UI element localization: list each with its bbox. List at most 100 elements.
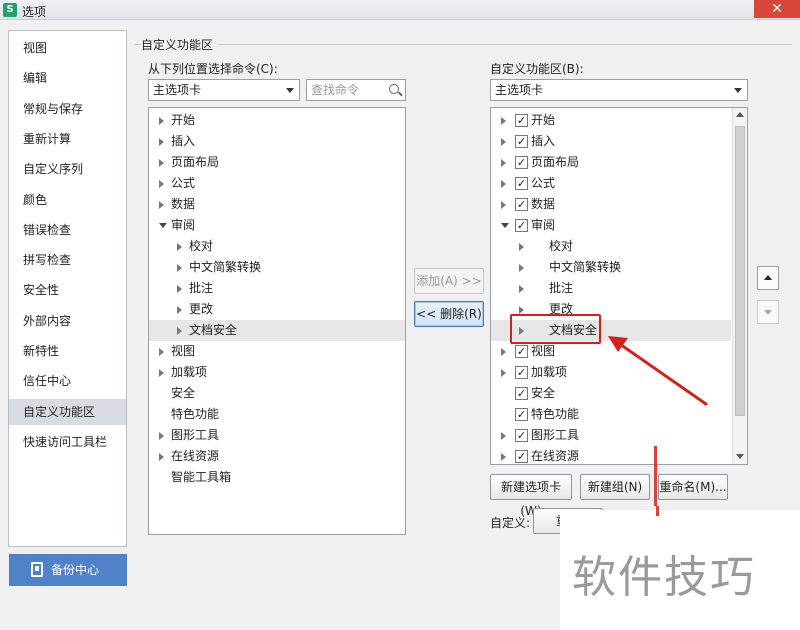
tree-row[interactable]: 批注 [491,278,731,299]
sidebar-item[interactable]: 常规与保存 [9,96,126,122]
expand-closed-icon[interactable] [519,285,524,293]
add-button[interactable]: 添加(A) >> [414,268,484,294]
available-commands-list[interactable]: 开始 插入 页面布局 公式 数据 审阅 校对 中文简繁转换 批注 更改 文档安全 视图 加载项 安全 特色功… [148,107,406,535]
expand-open-icon[interactable] [159,223,167,228]
expand-closed-icon[interactable] [159,453,164,461]
expand-closed-icon[interactable] [501,159,506,167]
rename-button[interactable]: 重命名(M)... [658,474,728,500]
expand-closed-icon[interactable] [501,138,506,146]
remove-button[interactable]: << 删除(R) [414,301,484,327]
expand-closed-icon[interactable] [177,285,182,293]
expand-closed-icon[interactable] [501,180,506,188]
expand-closed-icon[interactable] [177,264,182,272]
checkbox[interactable]: ✓ [515,114,528,127]
new-group-button[interactable]: 新建组(N) [580,474,650,500]
expand-closed-icon[interactable] [501,432,506,440]
expand-closed-icon[interactable] [501,117,506,125]
checkbox[interactable]: ✓ [515,219,528,232]
expand-closed-icon[interactable] [177,306,182,314]
expand-closed-icon[interactable] [501,348,506,356]
expand-closed-icon[interactable] [519,264,524,272]
tree-row[interactable]: ✓ 数据 [491,194,731,215]
checkbox[interactable]: ✓ [515,429,528,442]
sidebar-item[interactable]: 信任中心 [9,368,126,394]
sidebar-item[interactable]: 颜色 [9,187,126,213]
expand-open-icon[interactable] [501,223,509,228]
expand-closed-icon[interactable] [159,432,164,440]
expand-closed-icon[interactable] [177,243,182,251]
tree-row[interactable]: 特色功能 [149,404,405,425]
expand-closed-icon[interactable] [177,327,182,335]
tree-row[interactable]: 校对 [149,236,405,257]
expand-closed-icon[interactable] [159,201,164,209]
sidebar-item[interactable]: 自定义功能区 [9,398,126,425]
checkbox[interactable]: ✓ [515,366,528,379]
tree-row[interactable]: 中文简繁转换 [491,257,731,278]
expand-closed-icon[interactable] [501,453,506,461]
checkbox[interactable]: ✓ [515,156,528,169]
move-down-button[interactable] [757,300,779,324]
expand-closed-icon[interactable] [159,159,164,167]
checkbox[interactable]: ✓ [515,345,528,358]
tree-row[interactable]: 智能工具箱 [149,467,405,488]
sidebar-item[interactable]: 拼写检查 [9,247,126,273]
sidebar-item[interactable]: 新特性 [9,338,126,364]
choose-commands-select[interactable]: 主选项卡 [148,79,300,101]
tree-row[interactable]: 中文简繁转换 [149,257,405,278]
checkbox[interactable]: ✓ [515,198,528,211]
scroll-down-icon[interactable] [736,454,744,459]
tree-row[interactable]: ✓ 页面布局 [491,152,731,173]
close-button[interactable]: ✕ [754,0,800,18]
expand-closed-icon[interactable] [159,180,164,188]
tree-row[interactable]: 批注 [149,278,405,299]
tree-row[interactable]: ✓ 图形工具 [491,425,731,446]
new-tab-button[interactable]: 新建选项卡(W) [490,474,572,518]
scrollbar[interactable] [732,108,747,464]
expand-closed-icon[interactable] [519,306,524,314]
sidebar-item[interactable]: 安全性 [9,277,126,303]
sidebar-item[interactable]: 视图 [9,35,126,61]
tree-row[interactable]: ✓ 审阅 [491,215,731,236]
expand-closed-icon[interactable] [159,117,164,125]
sidebar-item[interactable]: 自定义序列 [9,156,126,182]
tree-row[interactable]: 文档安全 [149,320,405,341]
search-input[interactable]: 查找命令 [306,79,406,101]
checkbox[interactable]: ✓ [515,177,528,190]
tree-row[interactable]: 图形工具 [149,425,405,446]
customize-ribbon-select[interactable]: 主选项卡 [490,79,748,101]
expand-closed-icon[interactable] [501,369,506,377]
expand-closed-icon[interactable] [159,369,164,377]
scroll-up-icon[interactable] [736,112,744,117]
tree-row[interactable]: 更改 [149,299,405,320]
tree-row[interactable]: 插入 [149,131,405,152]
tree-row[interactable]: 数据 [149,194,405,215]
expand-closed-icon[interactable] [519,243,524,251]
scroll-thumb[interactable] [735,126,745,416]
tree-row[interactable]: 审阅 [149,215,405,236]
tree-row[interactable]: ✓ 公式 [491,173,731,194]
tree-row[interactable]: 安全 [149,383,405,404]
ribbon-tabs-list[interactable]: ✓ 开始 ✓ 插入 ✓ 页面布局 ✓ 公式 ✓ 数据 ✓ 审阅 校对 中文简繁转换 批注 更改 文档安全 ✓ 视图 ✓… [490,107,748,465]
tree-row[interactable]: 公式 [149,173,405,194]
tree-row[interactable]: ✓ 插入 [491,131,731,152]
expand-closed-icon[interactable] [501,201,506,209]
sidebar-item[interactable]: 重新计算 [9,126,126,152]
checkbox[interactable]: ✓ [515,387,528,400]
sidebar-item[interactable]: 错误检查 [9,217,126,243]
expand-closed-icon[interactable] [159,348,164,356]
checkbox[interactable]: ✓ [515,450,528,463]
sidebar-item[interactable]: 外部内容 [9,308,126,334]
tree-row[interactable]: 开始 [149,110,405,131]
sidebar-item[interactable]: 编辑 [9,65,126,91]
backup-center-button[interactable]: 备份中心 [9,554,127,586]
tree-row[interactable]: 视图 [149,341,405,362]
tree-row[interactable]: 加载项 [149,362,405,383]
move-up-button[interactable] [757,266,779,290]
tree-row[interactable]: 校对 [491,236,731,257]
tree-row[interactable]: 在线资源 [149,446,405,467]
tree-row[interactable]: ✓ 在线资源 [491,446,731,464]
tree-row[interactable]: 页面布局 [149,152,405,173]
expand-closed-icon[interactable] [159,138,164,146]
checkbox[interactable]: ✓ [515,408,528,421]
tree-row[interactable]: ✓ 开始 [491,110,731,131]
